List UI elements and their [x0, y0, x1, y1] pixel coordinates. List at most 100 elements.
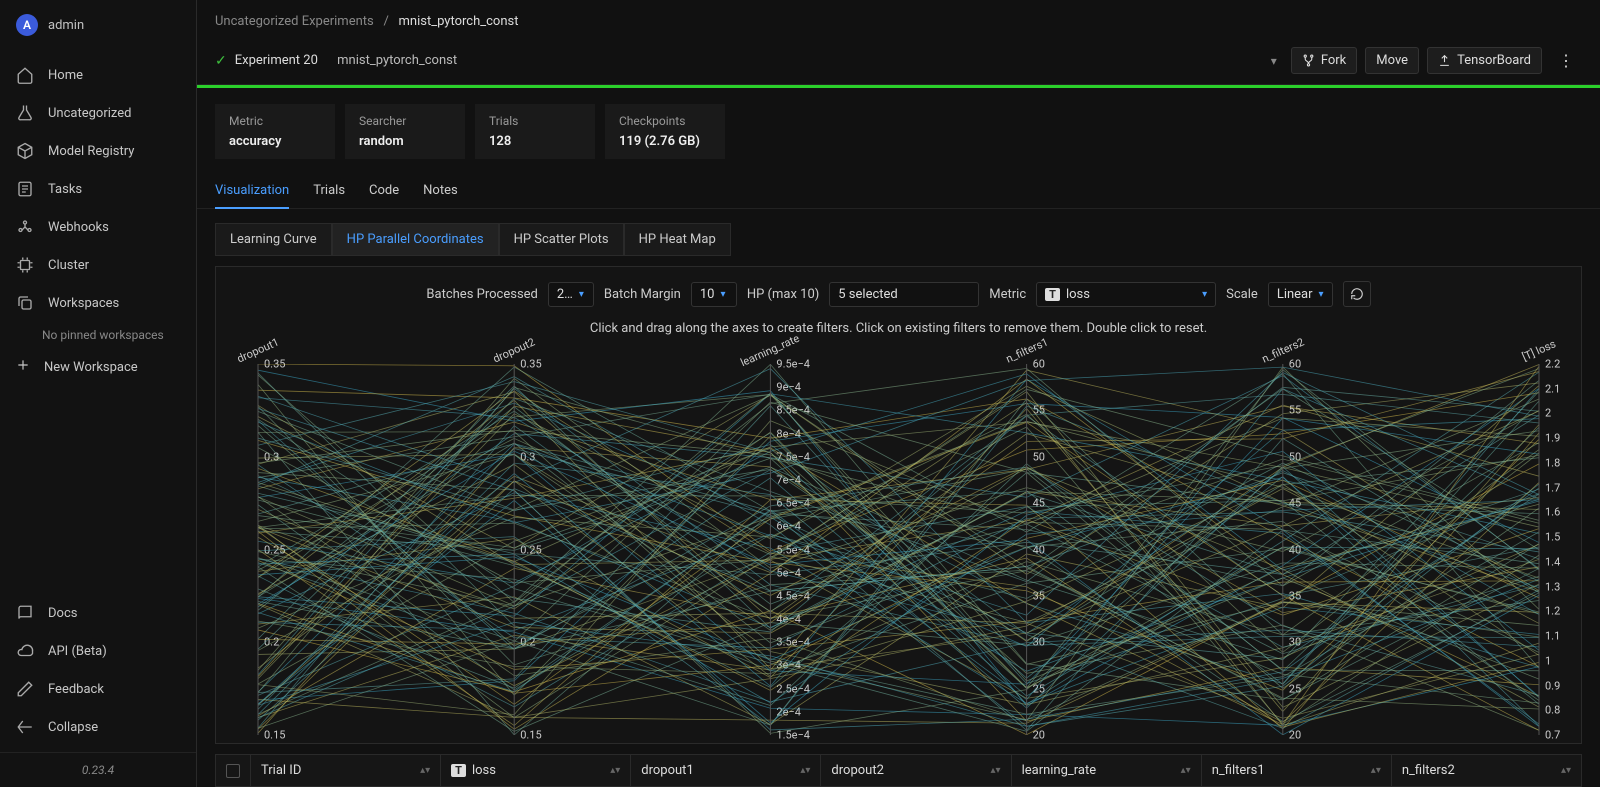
th-dropout2[interactable]: dropout2▴▾ — [820, 755, 1010, 786]
th-learning-rate[interactable]: learning_rate▴▾ — [1011, 755, 1201, 786]
sidebar-item-model-registry[interactable]: Model Registry — [0, 132, 196, 170]
status-check-icon: ✓ — [215, 53, 227, 69]
collapse-icon — [16, 718, 34, 736]
home-icon — [16, 66, 34, 84]
sidebar-item-label: Cluster — [48, 258, 89, 273]
fork-icon — [1302, 54, 1315, 67]
subtab-hp-scatter[interactable]: HP Scatter Plots — [499, 223, 624, 256]
th-trial-id[interactable]: Trial ID▴▾ — [250, 755, 440, 786]
sidebar-item-collapse[interactable]: Collapse — [0, 708, 196, 746]
sidebar-item-tasks[interactable]: Tasks — [0, 170, 196, 208]
sidebar-item-home[interactable]: Home — [0, 56, 196, 94]
tensorboard-button[interactable]: TensorBoard — [1427, 47, 1542, 74]
experiment-name: mnist_pytorch_const — [337, 53, 457, 68]
webhook-icon — [16, 218, 34, 236]
batches-label: Batches Processed — [426, 287, 537, 302]
experiment-title: Experiment 20 — [235, 53, 318, 68]
scale-select[interactable]: Linear▾ — [1268, 282, 1333, 307]
copy-icon — [16, 294, 34, 312]
sort-icon: ▴▾ — [1181, 765, 1191, 776]
sidebar-item-label: Home — [48, 68, 83, 83]
chevron-down-icon[interactable]: ▾ — [1265, 54, 1283, 68]
margin-select[interactable]: 10▾ — [691, 282, 737, 307]
breadcrumb-parent[interactable]: Uncategorized Experiments — [215, 14, 374, 29]
select-all-checkbox[interactable] — [216, 756, 250, 786]
tab-visualization[interactable]: Visualization — [215, 175, 289, 208]
plus-icon — [16, 358, 30, 376]
stat-checkpoints: Checkpoints 119 (2.76 GB) — [605, 104, 725, 159]
reload-button[interactable] — [1343, 281, 1371, 307]
stat-searcher: Searcher random — [345, 104, 465, 159]
tab-code[interactable]: Code — [369, 175, 399, 208]
chevron-down-icon: ▾ — [579, 289, 584, 300]
no-pinned-workspaces: No pinned workspaces — [0, 322, 196, 348]
book-icon — [16, 604, 34, 622]
hp-label: HP (max 10) — [747, 287, 819, 302]
sidebar-item-webhooks[interactable]: Webhooks — [0, 208, 196, 246]
sidebar-item-workspaces[interactable]: Workspaces — [0, 284, 196, 322]
chevron-down-icon: ▾ — [1319, 289, 1324, 300]
metric-badge: T — [1045, 288, 1060, 301]
cube-icon — [16, 142, 34, 160]
viz-panel: Batches Processed 2…▾ Batch Margin 10▾ H… — [215, 266, 1582, 744]
hp-select[interactable]: 5 selected — [829, 282, 979, 307]
move-button[interactable]: Move — [1365, 47, 1419, 74]
pencil-icon — [16, 680, 34, 698]
sidebar-item-label: Collapse — [48, 720, 98, 735]
tab-notes[interactable]: Notes — [423, 175, 458, 208]
upload-icon — [1438, 54, 1451, 67]
new-workspace-button[interactable]: New Workspace — [0, 348, 196, 386]
sidebar-item-feedback[interactable]: Feedback — [0, 670, 196, 708]
sidebar-item-api[interactable]: API (Beta) — [0, 632, 196, 670]
sort-icon: ▴▾ — [610, 765, 620, 776]
chevron-down-icon: ▾ — [1202, 289, 1207, 300]
side-nav: Home Uncategorized Model Registry Tasks … — [0, 50, 196, 594]
stat-trials: Trials 128 — [475, 104, 595, 159]
th-dropout1[interactable]: dropout1▴▾ — [630, 755, 820, 786]
flask-icon — [16, 104, 34, 122]
batches-select[interactable]: 2…▾ — [548, 282, 594, 307]
parallel-coordinates-chart[interactable]: dropout10.350.30.250.20.15dropout20.350.… — [228, 346, 1569, 735]
list-icon — [16, 180, 34, 198]
sidebar-item-label: Model Registry — [48, 144, 134, 159]
chip-icon — [16, 256, 34, 274]
sidebar-item-label: Webhooks — [48, 220, 109, 235]
sidebar-item-docs[interactable]: Docs — [0, 594, 196, 632]
chevron-down-icon: ▾ — [720, 289, 725, 300]
tabs: Visualization Trials Code Notes — [197, 167, 1600, 209]
metric-select[interactable]: T loss ▾ — [1036, 282, 1216, 307]
th-nfilters1[interactable]: n_filters1▴▾ — [1201, 755, 1391, 786]
subtab-hp-heatmap[interactable]: HP Heat Map — [624, 223, 731, 256]
sort-icon: ▴▾ — [800, 765, 810, 776]
sidebar-item-label: API (Beta) — [48, 644, 107, 659]
sidebar-item-uncategorized[interactable]: Uncategorized — [0, 94, 196, 132]
experiment-header: ✓ Experiment 20 mnist_pytorch_const ▾ Fo… — [197, 39, 1600, 85]
sort-icon: ▴▾ — [991, 765, 1001, 776]
user-row[interactable]: A admin — [0, 0, 196, 50]
subtab-hp-parallel[interactable]: HP Parallel Coordinates — [332, 223, 499, 256]
version-label: 0.23.4 — [0, 752, 196, 787]
breadcrumb-current: mnist_pytorch_const — [399, 14, 519, 29]
stat-metric: Metric accuracy — [215, 104, 335, 159]
th-nfilters2[interactable]: n_filters2▴▾ — [1391, 755, 1581, 786]
sidebar: A admin Home Uncategorized Model Registr… — [0, 0, 197, 787]
metric-label: Metric — [989, 287, 1026, 302]
sidebar-item-cluster[interactable]: Cluster — [0, 246, 196, 284]
trials-table-header: Trial ID▴▾ Tloss▴▾ dropout1▴▾ dropout2▴▾… — [215, 754, 1582, 787]
reload-icon — [1350, 287, 1364, 301]
viz-subtabs: Learning Curve HP Parallel Coordinates H… — [197, 209, 1600, 266]
cloud-icon — [16, 642, 34, 660]
margin-label: Batch Margin — [604, 287, 681, 302]
sort-icon: ▴▾ — [1371, 765, 1381, 776]
tab-trials[interactable]: Trials — [313, 175, 345, 208]
sidebar-item-label: Tasks — [48, 182, 82, 197]
overflow-menu-icon[interactable]: ⋮ — [1550, 51, 1582, 70]
fork-button[interactable]: Fork — [1291, 47, 1357, 74]
avatar: A — [16, 14, 38, 36]
sidebar-item-label: Uncategorized — [48, 106, 131, 121]
sidebar-item-label: Feedback — [48, 682, 104, 697]
th-loss[interactable]: Tloss▴▾ — [440, 755, 630, 786]
sidebar-item-label: Docs — [48, 606, 77, 621]
subtab-learning-curve[interactable]: Learning Curve — [215, 223, 332, 256]
helper-text: Click and drag along the axes to create … — [228, 317, 1569, 346]
